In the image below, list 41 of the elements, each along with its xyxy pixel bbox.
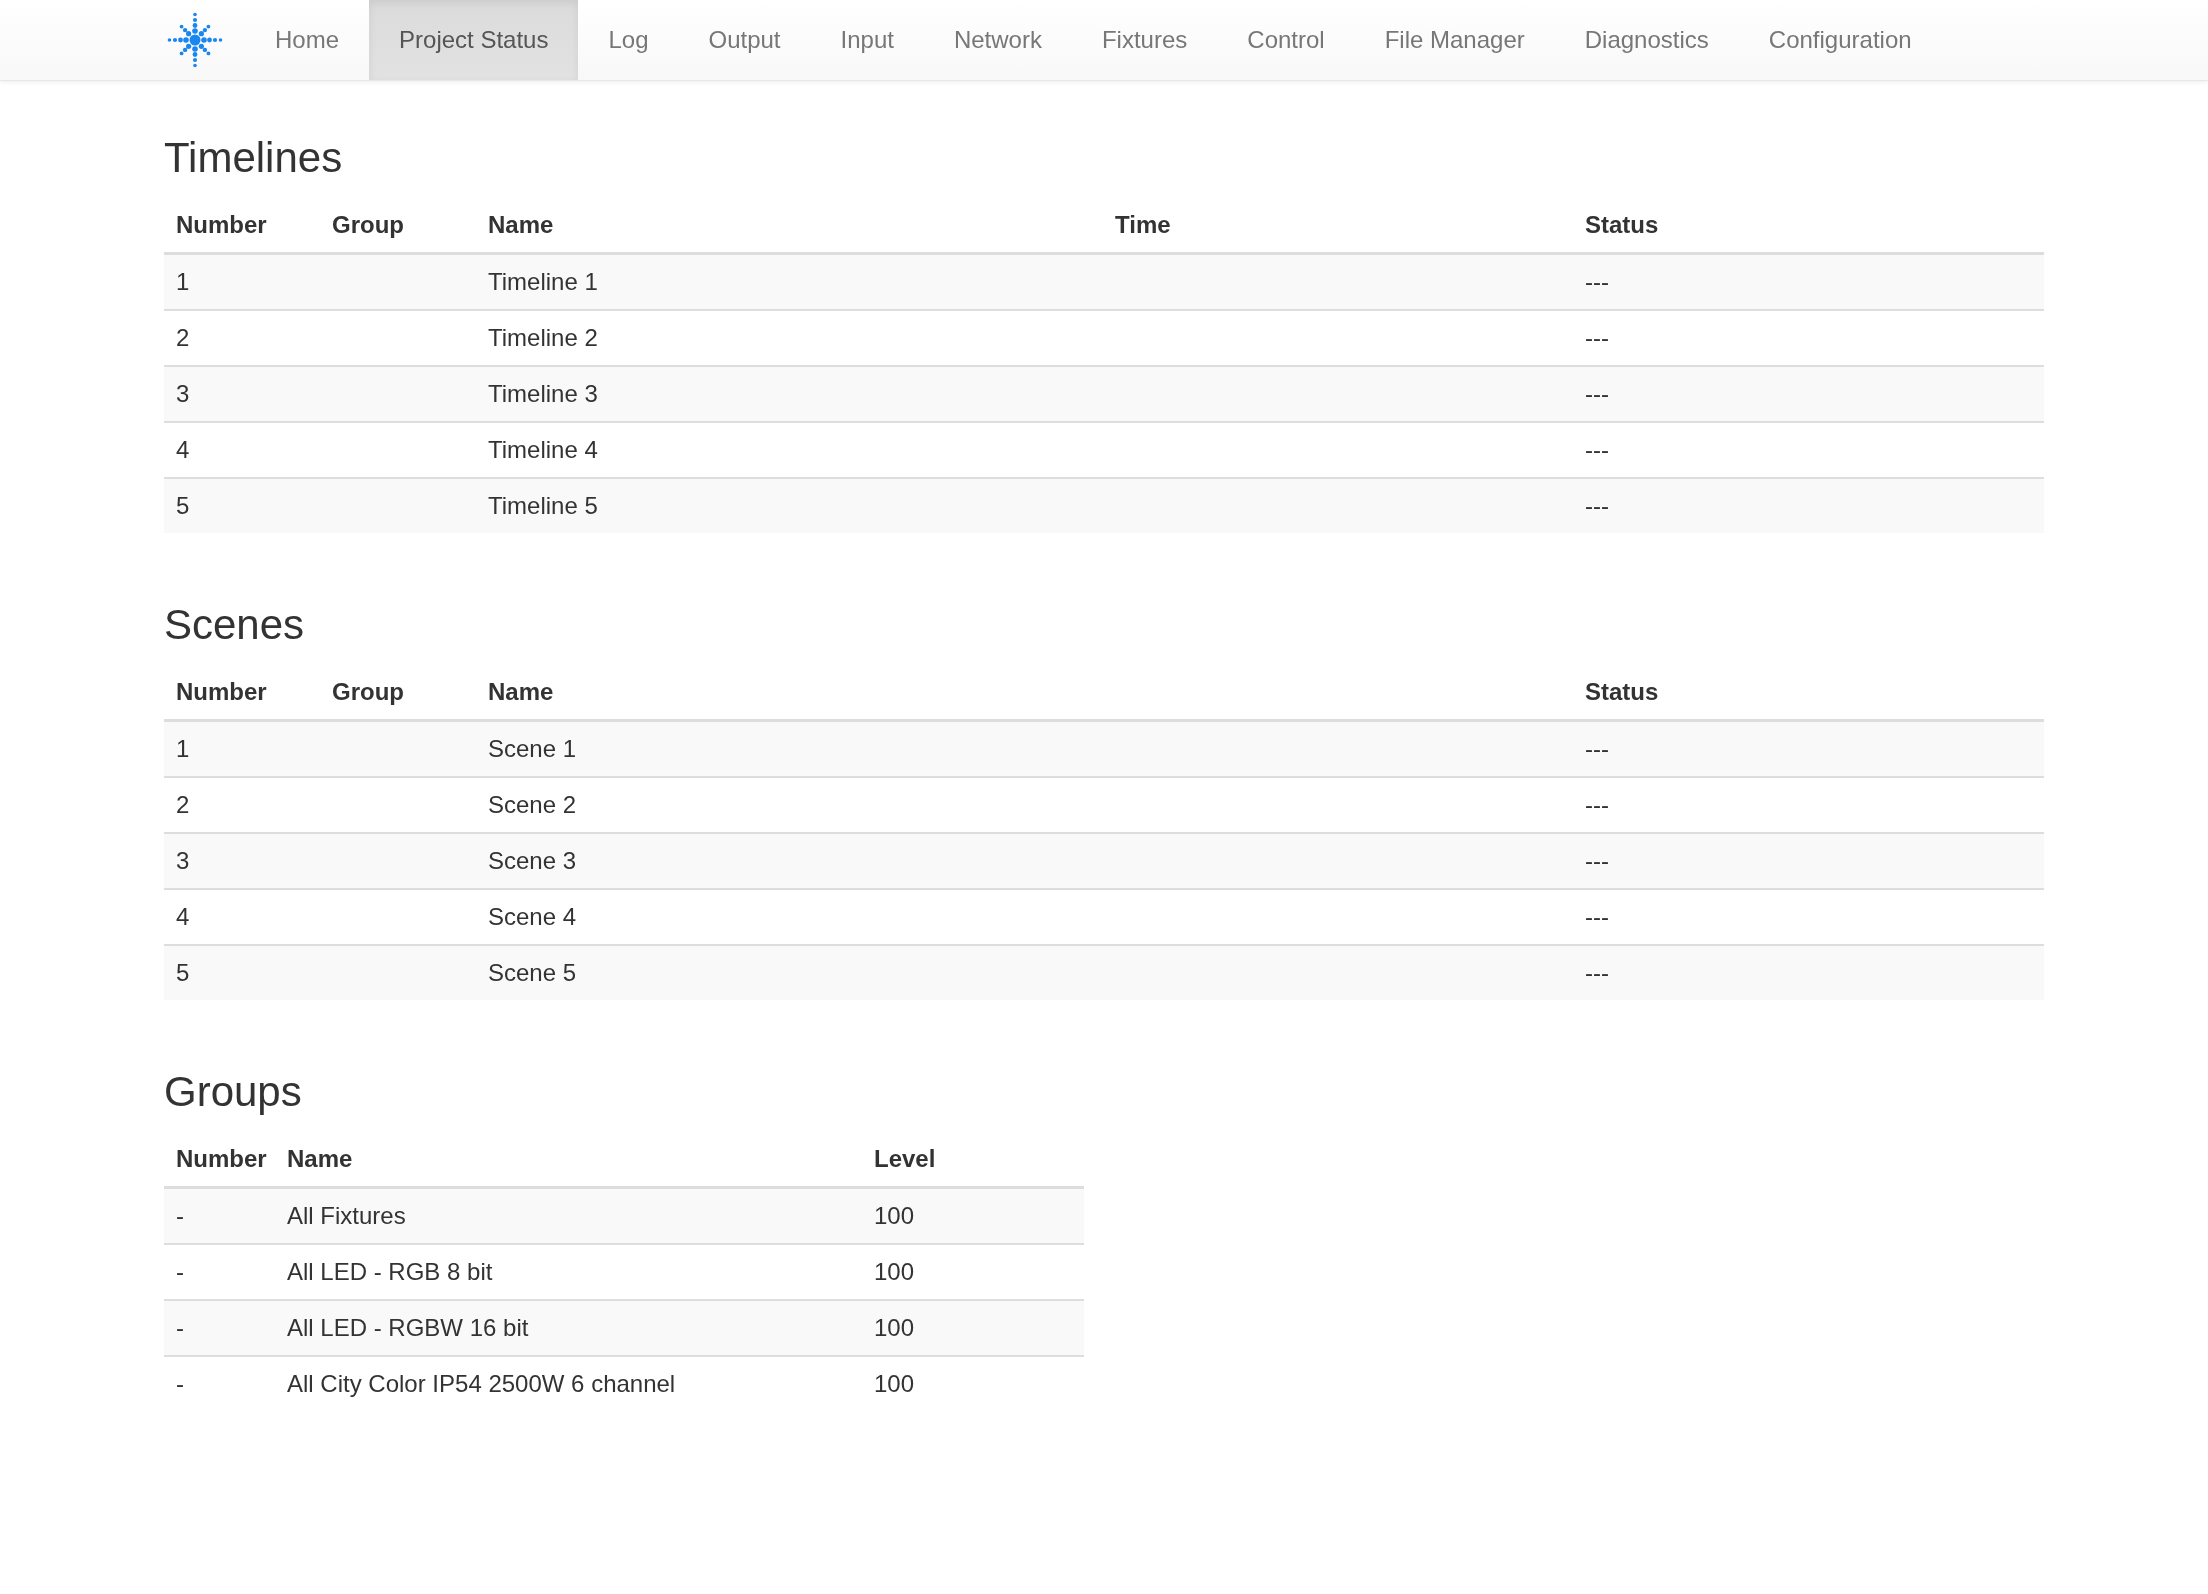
table-cell: 3: [164, 833, 320, 889]
nav-tab[interactable]: Home: [245, 0, 370, 80]
table-cell: ---: [1573, 366, 2044, 422]
table-cell: 100: [862, 1300, 1084, 1356]
table-cell: All City Color IP54 2500W 6 channel: [275, 1356, 862, 1411]
table-cell: 1: [164, 720, 320, 777]
table-cell: -: [164, 1356, 275, 1411]
nav-tab[interactable]: Diagnostics: [1554, 0, 1739, 80]
table-cell: Timeline 1: [476, 253, 1103, 310]
table-cell: 1: [164, 253, 320, 310]
nav-tab[interactable]: Configuration: [1738, 0, 1942, 80]
table-cell: Scene 5: [476, 945, 1573, 1000]
table-cell: 100: [862, 1356, 1084, 1411]
nav-tab[interactable]: Output: [678, 0, 811, 80]
table-cell: -: [164, 1187, 275, 1244]
table-cell: 100: [862, 1187, 1084, 1244]
table-cell: 5: [164, 945, 320, 1000]
table-cell: Timeline 3: [476, 366, 1103, 422]
section-heading: Groups: [164, 1069, 303, 1115]
table-cell: 5: [164, 478, 320, 533]
table-cell: ---: [1573, 253, 2044, 310]
table-cell: -: [164, 1300, 275, 1356]
section-heading: Scenes: [164, 602, 306, 648]
table-cell: All LED - RGBW 16 bit: [275, 1300, 862, 1356]
table-cell: ---: [1573, 833, 2044, 889]
table-cell: Scene 3: [476, 833, 1573, 889]
nav-tab[interactable]: Log: [578, 0, 679, 80]
nav-tab[interactable]: Control: [1217, 0, 1355, 80]
table-cell: ---: [1573, 478, 2044, 533]
section-heading: Timelines: [164, 135, 344, 181]
nav-tab[interactable]: Network: [923, 0, 1072, 80]
nav-tab[interactable]: Fixtures: [1071, 0, 1218, 80]
table-cell: Scene 1: [476, 720, 1573, 777]
nav-tab[interactable]: File Manager: [1354, 0, 1555, 80]
nav-tab[interactable]: Project Status: [369, 0, 579, 80]
table-cell: ---: [1573, 945, 2044, 1000]
table-cell: 3: [164, 366, 320, 422]
nav-tab[interactable]: Input: [810, 0, 924, 80]
table-cell: Timeline 5: [476, 478, 1103, 533]
table-cell: ---: [1573, 720, 2044, 777]
table-cell: All Fixtures: [275, 1187, 862, 1244]
